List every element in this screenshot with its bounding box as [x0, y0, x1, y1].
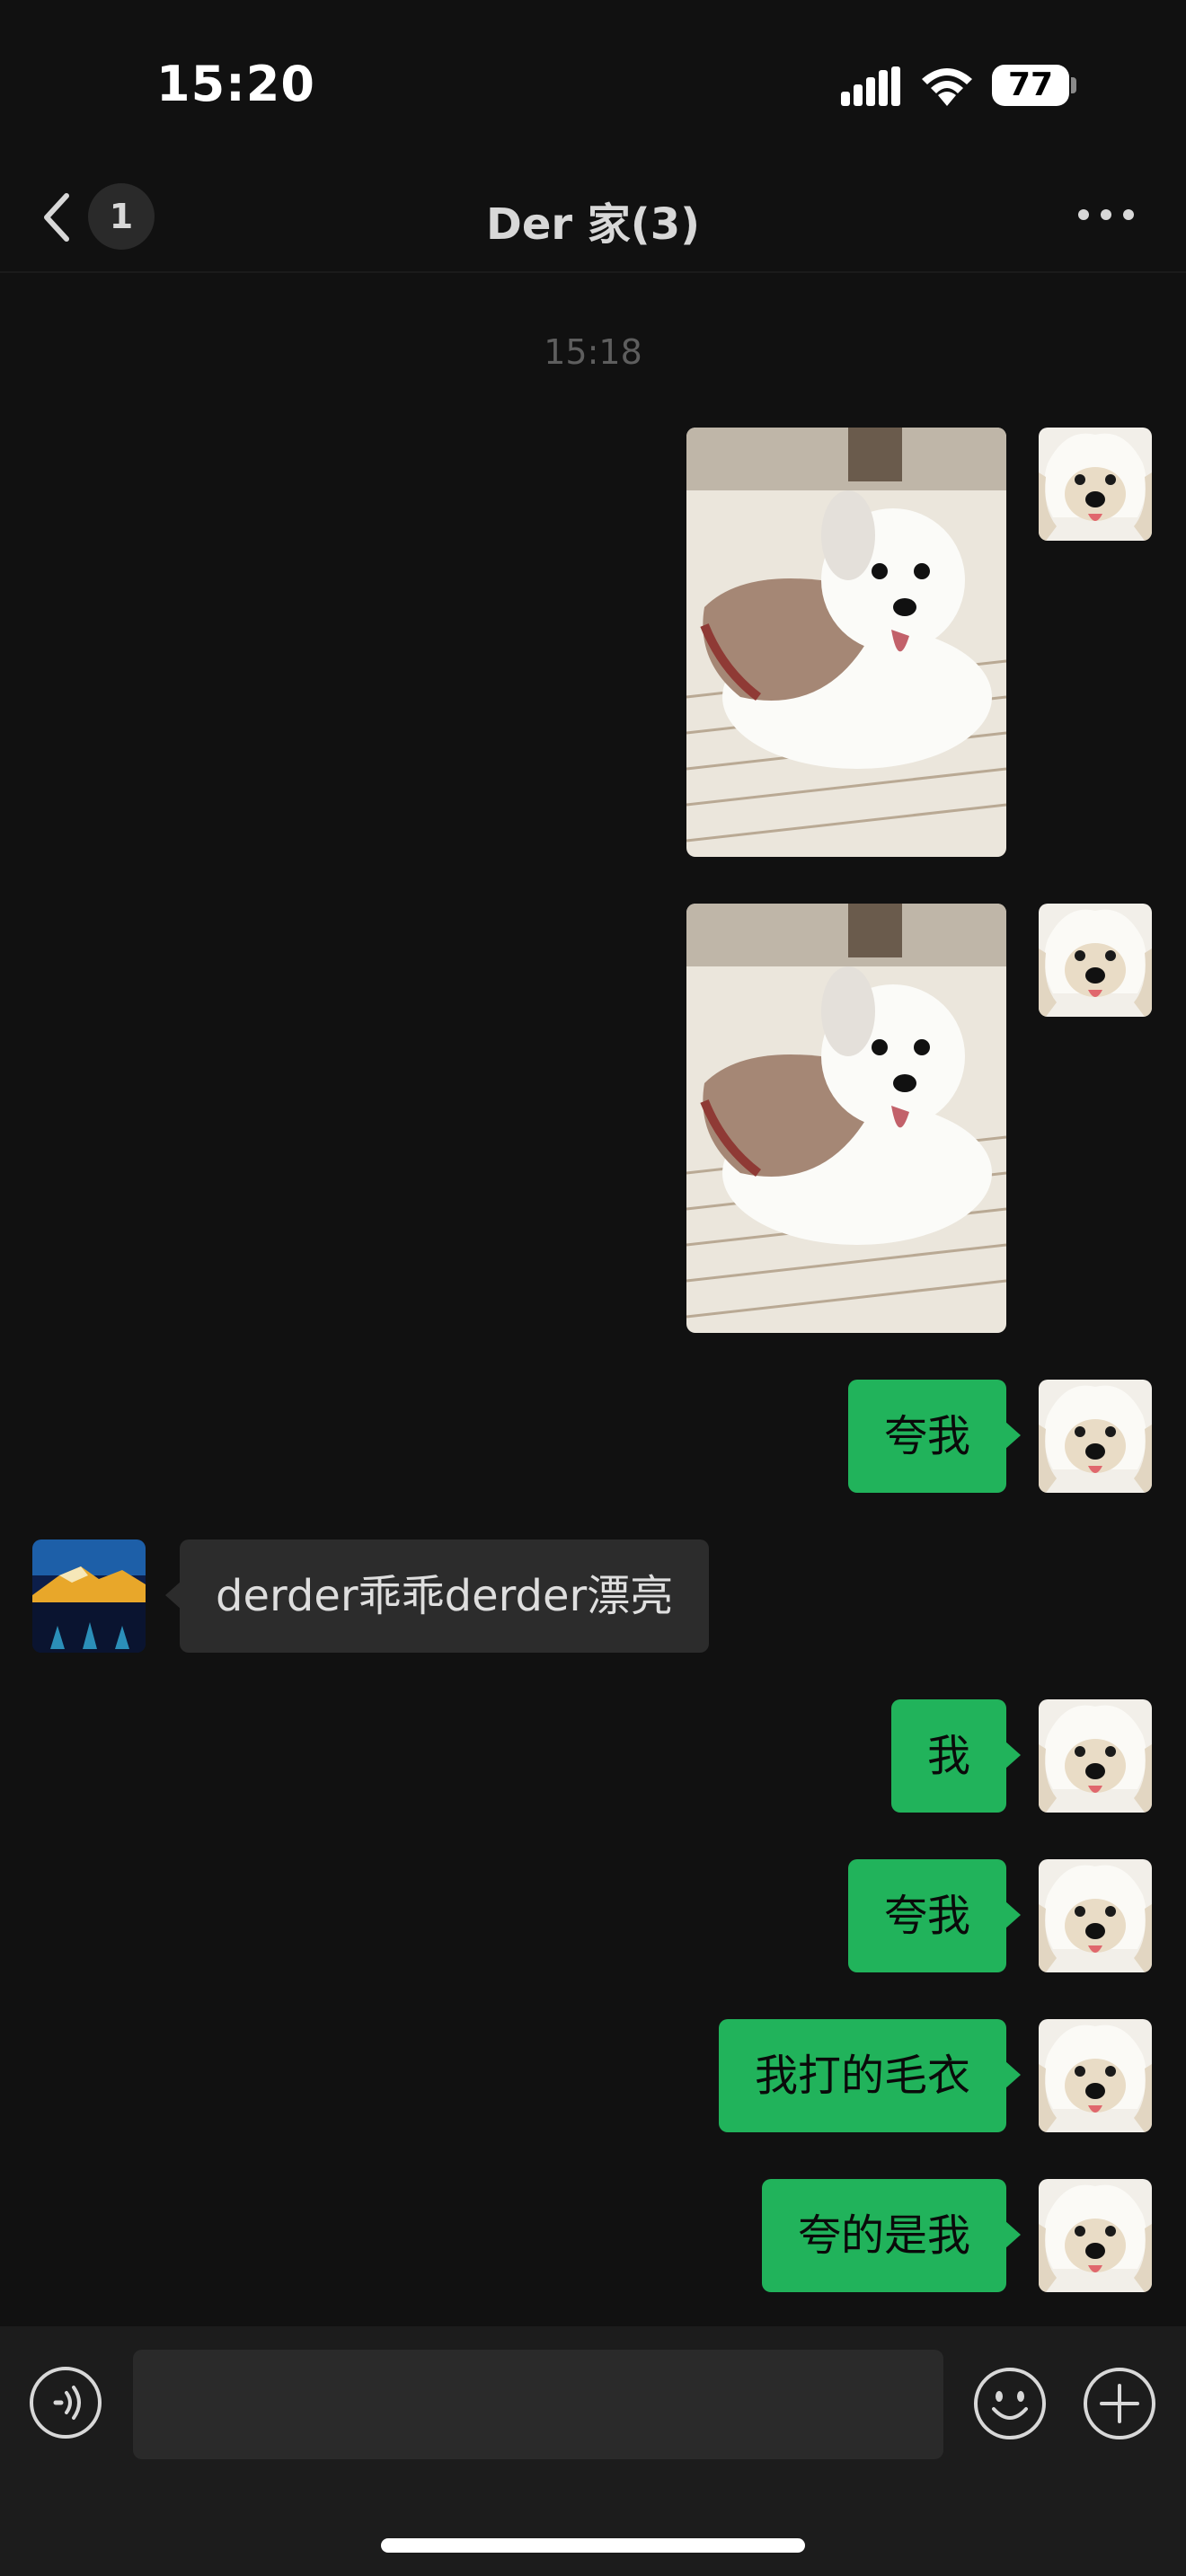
home-indicator — [381, 2538, 805, 2553]
dog-photo-image[interactable] — [686, 428, 1006, 857]
back-icon[interactable] — [40, 189, 75, 246]
message-bubble-sent[interactable]: 夸我 — [847, 1859, 1022, 1972]
input-bar — [0, 2326, 1186, 2576]
emoji-icon[interactable] — [972, 2366, 1048, 2441]
my-avatar[interactable] — [1039, 1859, 1152, 1972]
my-avatar[interactable] — [1039, 428, 1152, 541]
my-avatar[interactable] — [1039, 2019, 1152, 2132]
status-time: 15:20 — [156, 56, 315, 112]
plus-icon[interactable] — [1082, 2366, 1157, 2441]
message-bubble-sent[interactable]: 我 — [890, 1699, 1022, 1813]
my-avatar[interactable] — [1039, 2179, 1152, 2292]
nav-bar: Der 家(3) 1 — [0, 162, 1186, 273]
wifi-icon — [922, 68, 972, 106]
unread-badge[interactable]: 1 — [88, 183, 155, 250]
message-bubble-sent[interactable]: 夸我 — [847, 1380, 1022, 1493]
message-bubble-sent[interactable]: 夸的是我 — [761, 2179, 1022, 2292]
dog-photo-image[interactable] — [686, 904, 1006, 1333]
battery-cap — [1071, 77, 1076, 93]
message-bubble-received[interactable]: derder乖乖derder漂亮 — [164, 1539, 710, 1653]
battery-icon: 77 — [992, 65, 1069, 106]
my-avatar[interactable] — [1039, 1380, 1152, 1493]
signal-icon — [841, 66, 900, 106]
more-icon[interactable] — [1075, 201, 1137, 228]
message-input[interactable] — [133, 2350, 943, 2459]
chat-timestamp: 15:18 — [544, 332, 642, 372]
status-bar: 15:20 77 — [0, 0, 1186, 162]
member-avatar[interactable] — [32, 1539, 146, 1653]
my-avatar[interactable] — [1039, 1699, 1152, 1813]
voice-icon[interactable] — [29, 2366, 102, 2439]
chat-title: Der 家(3) — [485, 199, 701, 250]
my-avatar[interactable] — [1039, 904, 1152, 1017]
message-bubble-sent[interactable]: 我打的毛衣 — [718, 2019, 1022, 2132]
